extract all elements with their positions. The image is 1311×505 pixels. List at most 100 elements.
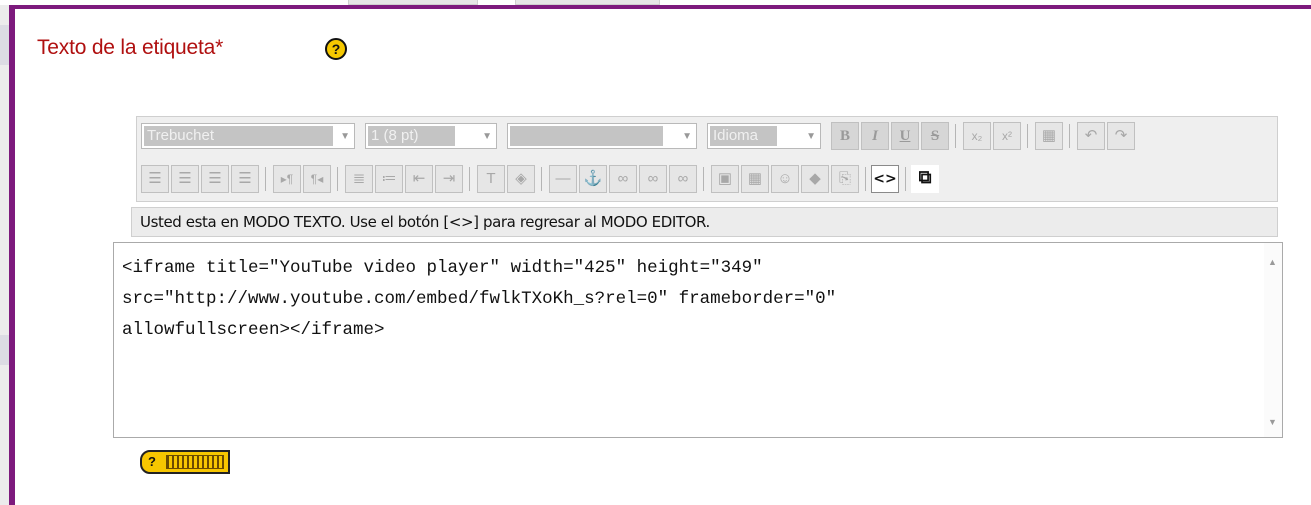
underline-icon: U: [899, 128, 911, 144]
horizontal-rule-button[interactable]: —: [549, 165, 577, 193]
scroll-down-icon[interactable]: ▼: [1268, 417, 1277, 427]
align-left-button[interactable]: ☰: [141, 165, 169, 193]
rtl-icon: ¶◂: [310, 172, 324, 186]
keyboard-help-button[interactable]: ?: [140, 450, 230, 474]
html-source-button[interactable]: <>: [871, 165, 899, 193]
ltr-button[interactable]: ▸¶: [273, 165, 301, 193]
outdent-button[interactable]: ⇤: [405, 165, 433, 193]
italic-button[interactable]: I: [861, 122, 889, 150]
nolink-button[interactable]: ∞: [669, 165, 697, 193]
html-source-icon: <>: [873, 171, 897, 187]
margin-band: [0, 335, 9, 365]
chevron-down-icon: ▼: [482, 131, 492, 142]
anchor-button[interactable]: ⚓: [579, 165, 607, 193]
editor-toolbar: Trebuchet ▼ 1 (8 pt) ▼ ▼ Idioma ▼ B I U …: [136, 116, 1278, 202]
link-button[interactable]: ∞: [609, 165, 637, 193]
heading-select[interactable]: ▼: [507, 123, 697, 149]
link-icon: ∞: [617, 170, 629, 187]
ltr-icon: ▸¶: [280, 172, 294, 186]
toolbar-separator: [541, 167, 542, 191]
subscript-button[interactable]: x₂: [963, 122, 991, 150]
strikethrough-icon: S: [930, 128, 940, 144]
help-question-icon: ?: [148, 454, 156, 469]
font-family-value: Trebuchet: [144, 126, 333, 146]
unlink-button[interactable]: ∞: [639, 165, 667, 193]
background-color-button[interactable]: ◈: [507, 165, 535, 193]
undo-icon: ↶: [1084, 127, 1098, 144]
text-color-icon: T: [486, 170, 496, 187]
subscript-icon: x₂: [971, 129, 983, 143]
superscript-icon: x²: [1002, 129, 1012, 143]
smiley-icon: ☺: [777, 170, 793, 187]
justify-button[interactable]: ☰: [231, 165, 259, 193]
anchor-icon: ⚓: [583, 170, 603, 187]
margin-band: [0, 25, 9, 65]
vertical-scrollbar[interactable]: ▲ ▼: [1264, 243, 1282, 437]
toolbar-separator: [265, 167, 266, 191]
toolbar-separator: [469, 167, 470, 191]
help-icon[interactable]: ?: [325, 38, 347, 60]
toolbar-separator: [905, 167, 906, 191]
align-center-icon: ☰: [178, 170, 192, 187]
bold-button[interactable]: B: [831, 122, 859, 150]
chevron-down-icon: ▼: [340, 131, 350, 142]
special-char-icon: ◆: [809, 170, 821, 187]
html-editor: ▲ ▼: [113, 242, 1283, 438]
font-size-select[interactable]: 1 (8 pt) ▼: [365, 123, 497, 149]
fullscreen-button[interactable]: ⧉: [911, 165, 939, 193]
font-family-select[interactable]: Trebuchet ▼: [141, 123, 355, 149]
strikethrough-button[interactable]: S: [921, 122, 949, 150]
insert-image-button[interactable]: ▣: [711, 165, 739, 193]
bold-icon: B: [839, 128, 850, 144]
search-replace-icon: ⎘: [838, 170, 851, 187]
paste-word-button[interactable]: ▦: [1035, 122, 1063, 150]
status-message: Usted esta en MODO TEXTO. Use el botón […: [131, 207, 1278, 237]
ordered-list-icon: ≣: [352, 170, 366, 187]
align-center-button[interactable]: ☰: [171, 165, 199, 193]
toolbar-separator: [955, 124, 956, 148]
field-label: Texto de la etiqueta*: [37, 36, 224, 59]
html-source-textarea[interactable]: [114, 243, 1264, 437]
search-replace-button[interactable]: ⎘: [831, 165, 859, 193]
special-char-button[interactable]: ◆: [801, 165, 829, 193]
superscript-button[interactable]: x²: [993, 122, 1021, 150]
chevron-down-icon: ▼: [682, 131, 692, 142]
unordered-list-button[interactable]: ≔: [375, 165, 403, 193]
paste-word-icon: ▦: [1041, 127, 1057, 144]
align-right-button[interactable]: ☰: [201, 165, 229, 193]
toolbar-separator: [337, 167, 338, 191]
language-select[interactable]: Idioma ▼: [707, 123, 821, 149]
justify-icon: ☰: [238, 170, 252, 187]
font-size-value: 1 (8 pt): [368, 126, 455, 146]
indent-icon: ⇥: [442, 170, 456, 187]
outdent-icon: ⇤: [412, 170, 426, 187]
unlink-icon: ∞: [647, 170, 659, 187]
toolbar-separator: [865, 167, 866, 191]
smiley-button[interactable]: ☺: [771, 165, 799, 193]
insert-image-icon: ▣: [717, 170, 733, 187]
redo-button[interactable]: ↷: [1107, 122, 1135, 150]
toolbar-separator: [1027, 124, 1028, 148]
toolbar-separator: [703, 167, 704, 191]
insert-table-button[interactable]: ▦: [741, 165, 769, 193]
heading-value: [510, 126, 663, 146]
redo-icon: ↷: [1114, 127, 1128, 144]
horizontal-rule-icon: —: [555, 170, 571, 187]
undo-button[interactable]: ↶: [1077, 122, 1105, 150]
scroll-up-icon[interactable]: ▲: [1268, 257, 1277, 267]
text-color-button[interactable]: T: [477, 165, 505, 193]
background-color-icon: ◈: [515, 170, 527, 187]
keyboard-icon: [166, 455, 224, 469]
fullscreen-icon: ⧉: [918, 167, 932, 188]
ordered-list-button[interactable]: ≣: [345, 165, 373, 193]
toolbar-separator: [1069, 124, 1070, 148]
italic-icon: I: [872, 128, 878, 144]
unordered-list-icon: ≔: [381, 170, 397, 187]
align-right-icon: ☰: [208, 170, 222, 187]
underline-button[interactable]: U: [891, 122, 919, 150]
left-margin: [0, 5, 9, 505]
rtl-button[interactable]: ¶◂: [303, 165, 331, 193]
insert-table-icon: ▦: [747, 170, 763, 187]
indent-button[interactable]: ⇥: [435, 165, 463, 193]
language-value: Idioma: [710, 126, 777, 146]
